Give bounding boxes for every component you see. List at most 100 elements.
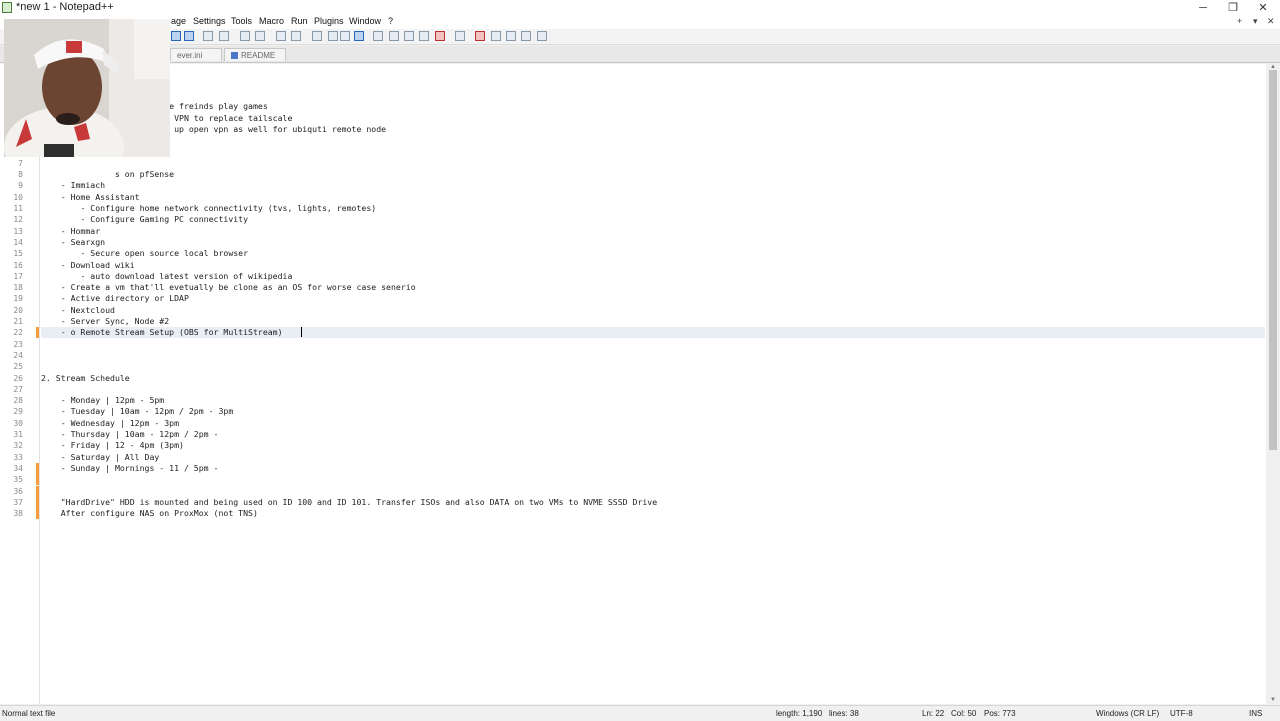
editor-line-text[interactable]: After configure NAS on ProxMox (not TNS) [41,508,258,519]
line-number: 19 [13,294,23,303]
eol-format[interactable]: Windows (CR LF) [1096,709,1159,718]
menu-tools[interactable]: Tools [231,16,252,26]
toolbar [0,29,1280,45]
insert-mode[interactable]: INS [1249,709,1262,718]
editor-line-text[interactable]: - Create a vm that'll evetually be clone… [41,282,416,293]
editor-line-text[interactable]: - auto download latest version of wikipe… [41,271,292,282]
lines-count-label: lines: 38 [829,709,859,718]
line-number: 9 [18,181,23,190]
length-label: length: 1,190 [776,709,823,718]
doc-map-icon[interactable] [389,31,399,41]
editor-line-text[interactable]: - Home Assistant [41,192,140,203]
redo-icon[interactable] [184,31,194,41]
editor-line-text[interactable]: s on pfSense [41,169,174,180]
editor-line-text[interactable]: - Searxgn [41,237,105,248]
menu-plugins[interactable]: Plugins [314,16,344,26]
scrollbar-thumb[interactable] [1269,70,1277,450]
menu-window[interactable]: Window [349,16,381,26]
document-icon [231,52,238,60]
editor-line-text[interactable]: - Immiach [41,180,105,191]
line-number: 21 [13,317,23,326]
vertical-scrollbar[interactable]: ▲ ▼ [1266,64,1280,704]
tab-server-ini[interactable]: ever.ini [170,48,222,61]
line-number: 14 [13,238,23,247]
editor-area[interactable]: 12 g pc to have freinds play games3 ale … [0,64,1280,704]
undo-icon[interactable] [171,31,181,41]
run-macro-multiple-icon[interactable] [521,31,531,41]
fold-margin[interactable] [24,64,40,704]
monitoring-icon[interactable] [435,31,445,41]
menu-settings[interactable]: Settings [193,16,226,26]
line-number: 12 [13,215,23,224]
function-list-icon[interactable] [404,31,414,41]
menu-macro[interactable]: Macro [259,16,284,26]
sync-vertical-icon[interactable] [276,31,286,41]
play-macro-icon[interactable] [506,31,516,41]
record-macro-icon[interactable] [475,31,485,41]
editor-line-text[interactable]: 2. Stream Schedule [41,373,130,384]
stop-macro-icon[interactable] [491,31,501,41]
webcam-overlay [4,19,170,157]
zoom-in-icon[interactable] [240,31,250,41]
show-all-chars-icon[interactable] [328,31,338,41]
zoom-out-icon[interactable] [255,31,265,41]
editor-line-text[interactable]: - o Remote Stream Setup (OBS for MultiSt… [41,327,283,338]
editor-line-text[interactable]: "HardDrive" HDD is mounted and being use… [41,497,657,508]
editor-line-text[interactable]: - Download wiki [41,260,135,271]
word-wrap-icon[interactable] [312,31,322,41]
line-number: 35 [13,475,23,484]
tab-list-chevron-icon[interactable]: ▾ [1253,16,1258,27]
line-number: 24 [13,351,23,360]
editor-line-text[interactable]: - Secure open source local browser [41,248,248,259]
editor-line-text[interactable]: - Monday | 12pm - 5pm [41,395,165,406]
line-number: 34 [13,464,23,473]
indent-guide-icon[interactable] [354,31,364,41]
change-history-marker [36,463,39,474]
editor-line-text[interactable]: - Tuesday | 10am - 12pm / 2pm - 3pm [41,406,234,417]
editor-line-text[interactable]: - Active directory or LDAP [41,293,189,304]
line-number: 18 [13,283,23,292]
line-number: 8 [18,170,23,179]
line-number: 13 [13,227,23,236]
menu-language[interactable]: age [171,16,186,26]
line-number: 31 [13,430,23,439]
editor-line-text[interactable]: - Hommar [41,226,100,237]
replace-icon[interactable] [219,31,229,41]
save-macro-icon[interactable] [537,31,547,41]
sync-horizontal-icon[interactable] [291,31,301,41]
menu-run[interactable]: Run [291,16,308,26]
editor-line-text[interactable]: - Configure home network connectivity (t… [41,203,376,214]
line-number: 28 [13,396,23,405]
line-number: 20 [13,306,23,315]
editor-line-text[interactable]: - Wednesday | 12pm - 3pm [41,418,179,429]
scroll-down-arrow-icon[interactable]: ▼ [1269,697,1277,703]
dropdown-arrow-icon[interactable] [340,31,350,41]
minimize-button[interactable]: ─ [1188,0,1218,16]
new-tab-plus-icon[interactable]: + [1237,16,1242,26]
editor-line-text[interactable]: - Sunday | Mornings - 11 / 5pm - [41,463,219,474]
maximize-button[interactable]: ❐ [1218,0,1248,16]
line-number: 37 [13,498,23,507]
close-doc-icon[interactable]: ✕ [1267,16,1275,27]
editor-line-text[interactable]: - Saturday | All Day [41,452,160,463]
line-number: 23 [13,340,23,349]
editor-line-text[interactable]: - Nextcloud [41,305,115,316]
tab-readme[interactable]: README [224,48,286,61]
find-icon[interactable] [203,31,213,41]
line-number: 10 [13,193,23,202]
encoding-label[interactable]: UTF-8 [1170,709,1193,718]
editor-line-text[interactable]: - Server Sync, Node #2 [41,316,169,327]
change-history-marker [36,474,39,485]
editor-line-text[interactable]: - Thursday | 10am - 12pm / 2pm - [41,429,219,440]
folder-workspace-icon[interactable] [419,31,429,41]
editor-line-text[interactable]: - Friday | 12 - 4pm (3pm) [41,440,184,451]
editor-line-text[interactable]: - Configure Gaming PC connectivity [41,214,248,225]
line-number: 33 [13,453,23,462]
change-history-marker [36,508,39,519]
close-button[interactable]: ✕ [1248,0,1278,16]
menu-help[interactable]: ? [388,16,393,26]
notepadpp-app-icon [2,2,12,13]
user-lang-icon[interactable] [373,31,383,41]
document-tab-bar: ever.ini README [0,46,1280,63]
focus-icon[interactable] [455,31,465,41]
